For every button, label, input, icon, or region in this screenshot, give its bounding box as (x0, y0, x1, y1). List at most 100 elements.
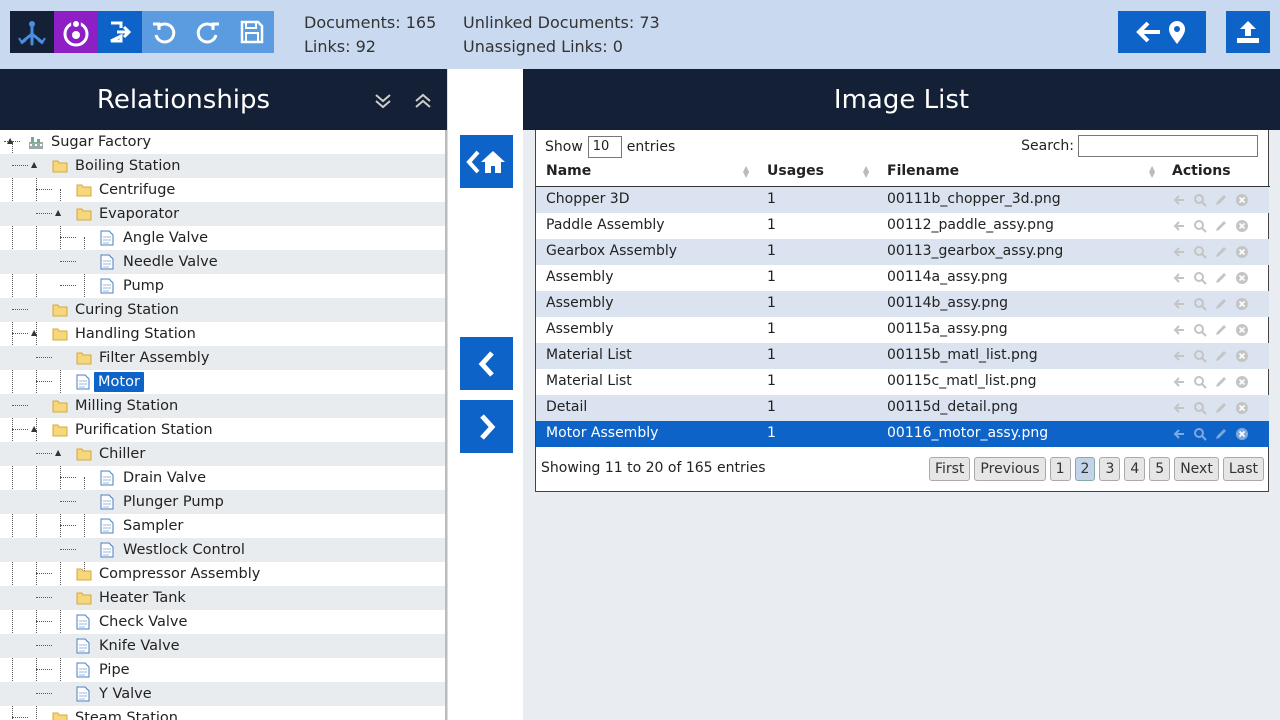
tree-node[interactable]: Plunger Pump (0, 490, 445, 514)
tree-node-label[interactable]: Evaporator (99, 204, 179, 224)
delete-icon[interactable] (1235, 349, 1249, 363)
tree-node[interactable]: Milling Station (0, 394, 445, 418)
link-back-icon[interactable] (1172, 193, 1186, 207)
link-back-icon[interactable] (1172, 427, 1186, 441)
user-ring-button[interactable] (54, 11, 98, 53)
table-row[interactable]: Paddle Assembly 1 00112_paddle_assy.png (536, 213, 1269, 239)
tree-node-label[interactable]: Steam Station (75, 708, 178, 720)
tree-node[interactable]: Motor (0, 370, 445, 394)
view-icon[interactable] (1193, 297, 1207, 311)
tree-node[interactable]: Purification Station ▲ (0, 418, 445, 442)
collapse-toggle-icon[interactable]: ▲ (55, 208, 61, 217)
edit-icon[interactable] (1214, 323, 1228, 337)
delete-icon[interactable] (1235, 375, 1249, 389)
delete-icon[interactable] (1235, 401, 1249, 415)
view-icon[interactable] (1193, 375, 1207, 389)
tree-node-label[interactable]: Needle Valve (123, 252, 218, 272)
column-header-name[interactable]: Name (546, 163, 591, 179)
page-button-previous[interactable]: Previous (974, 457, 1046, 481)
tree-node[interactable]: Check Valve (0, 610, 445, 634)
tree-node-label[interactable]: Centrifuge (99, 180, 175, 200)
tree-node-label[interactable]: Knife Valve (99, 636, 180, 656)
edit-icon[interactable] (1214, 349, 1228, 363)
upload-button[interactable] (1226, 11, 1270, 53)
tree-node[interactable]: Sampler (0, 514, 445, 538)
delete-icon[interactable] (1235, 297, 1249, 311)
undo-button[interactable] (142, 11, 186, 53)
tree-node[interactable]: Pump (0, 274, 445, 298)
move-left-button[interactable] (460, 337, 513, 390)
edit-icon[interactable] (1214, 297, 1228, 311)
tree-node-label[interactable]: Angle Valve (123, 228, 208, 248)
delete-icon[interactable] (1235, 193, 1249, 207)
tree-node[interactable]: Heater Tank (0, 586, 445, 610)
tree-node-label[interactable]: Pump (123, 276, 164, 296)
tree-node-label[interactable]: Compressor Assembly (99, 564, 260, 584)
assign-to-root-button[interactable] (460, 135, 513, 188)
view-icon[interactable] (1193, 323, 1207, 337)
page-button-3[interactable]: 3 (1099, 457, 1121, 481)
edit-icon[interactable] (1214, 427, 1228, 441)
tree-node-label[interactable]: Handling Station (75, 324, 196, 344)
table-row[interactable]: Assembly 1 00114a_assy.png (536, 265, 1269, 291)
collapse-toggle-icon[interactable]: ▲ (7, 136, 13, 145)
tree-node[interactable]: Boiling Station ▲ (0, 154, 445, 178)
table-row[interactable]: Material List 1 00115c_matl_list.png (536, 369, 1269, 395)
link-back-icon[interactable] (1172, 349, 1186, 363)
view-icon[interactable] (1193, 427, 1207, 441)
tree-node-label[interactable]: Check Valve (99, 612, 187, 632)
tree-node[interactable]: Handling Station ▲ (0, 322, 445, 346)
page-button-2[interactable]: 2 (1074, 457, 1096, 481)
edit-icon[interactable] (1214, 271, 1228, 285)
page-button-first[interactable]: First (928, 457, 971, 481)
column-header-usages[interactable]: Usages (767, 163, 824, 179)
tree-node[interactable]: Curing Station (0, 298, 445, 322)
collapse-toggle-icon[interactable]: ▲ (31, 328, 37, 337)
collapse-toggle-icon[interactable]: ▲ (31, 424, 37, 433)
logout-button[interactable] (98, 11, 142, 53)
delete-icon[interactable] (1235, 323, 1249, 337)
edit-icon[interactable] (1214, 375, 1228, 389)
expand-all-icon[interactable] (373, 91, 393, 111)
edit-icon[interactable] (1214, 219, 1228, 233)
tree-node[interactable]: Pipe (0, 658, 445, 682)
tree-node[interactable]: Steam Station (0, 706, 445, 720)
delete-icon[interactable] (1235, 427, 1249, 441)
link-back-icon[interactable] (1172, 401, 1186, 415)
link-back-icon[interactable] (1172, 297, 1186, 311)
view-icon[interactable] (1193, 193, 1207, 207)
page-button-last[interactable]: Last (1222, 457, 1264, 481)
table-row[interactable]: Motor Assembly 1 00116_motor_assy.png (536, 421, 1269, 447)
tree-node-label[interactable]: Chiller (99, 444, 145, 464)
tree-node[interactable]: Angle Valve (0, 226, 445, 250)
delete-icon[interactable] (1235, 271, 1249, 285)
tree-node[interactable]: Y Valve (0, 682, 445, 706)
back-location-button[interactable] (1118, 11, 1206, 53)
tree-node[interactable]: Evaporator ▲ (0, 202, 445, 226)
table-row[interactable]: Gearbox Assembly 1 00113_gearbox_assy.png (536, 239, 1269, 265)
link-back-icon[interactable] (1172, 375, 1186, 389)
tree-node[interactable]: Needle Valve (0, 250, 445, 274)
tree-node[interactable]: Knife Valve (0, 634, 445, 658)
table-row[interactable]: Material List 1 00115b_matl_list.png (536, 343, 1269, 369)
delete-icon[interactable] (1235, 245, 1249, 259)
tree-node-label[interactable]: Sugar Factory (51, 132, 151, 152)
tree-node-label[interactable]: Y Valve (99, 684, 152, 704)
redo-button[interactable] (186, 11, 230, 53)
tree-node-label[interactable]: Boiling Station (75, 156, 180, 176)
tree-node[interactable]: Chiller ▲ (0, 442, 445, 466)
tree-node-label[interactable]: Pipe (99, 660, 130, 680)
edit-icon[interactable] (1214, 193, 1228, 207)
tree-node-label[interactable]: Plunger Pump (123, 492, 224, 512)
tree-node-label[interactable]: Filter Assembly (99, 348, 209, 368)
link-back-icon[interactable] (1172, 271, 1186, 285)
search-input[interactable] (1078, 135, 1258, 157)
collapse-toggle-icon[interactable]: ▲ (31, 160, 37, 169)
tree-node-label[interactable]: Curing Station (75, 300, 179, 320)
table-row[interactable]: Assembly 1 00114b_assy.png (536, 291, 1269, 317)
link-back-icon[interactable] (1172, 245, 1186, 259)
table-row[interactable]: Detail 1 00115d_detail.png (536, 395, 1269, 421)
edit-icon[interactable] (1214, 401, 1228, 415)
move-right-button[interactable] (460, 400, 513, 453)
page-button-5[interactable]: 5 (1149, 457, 1171, 481)
